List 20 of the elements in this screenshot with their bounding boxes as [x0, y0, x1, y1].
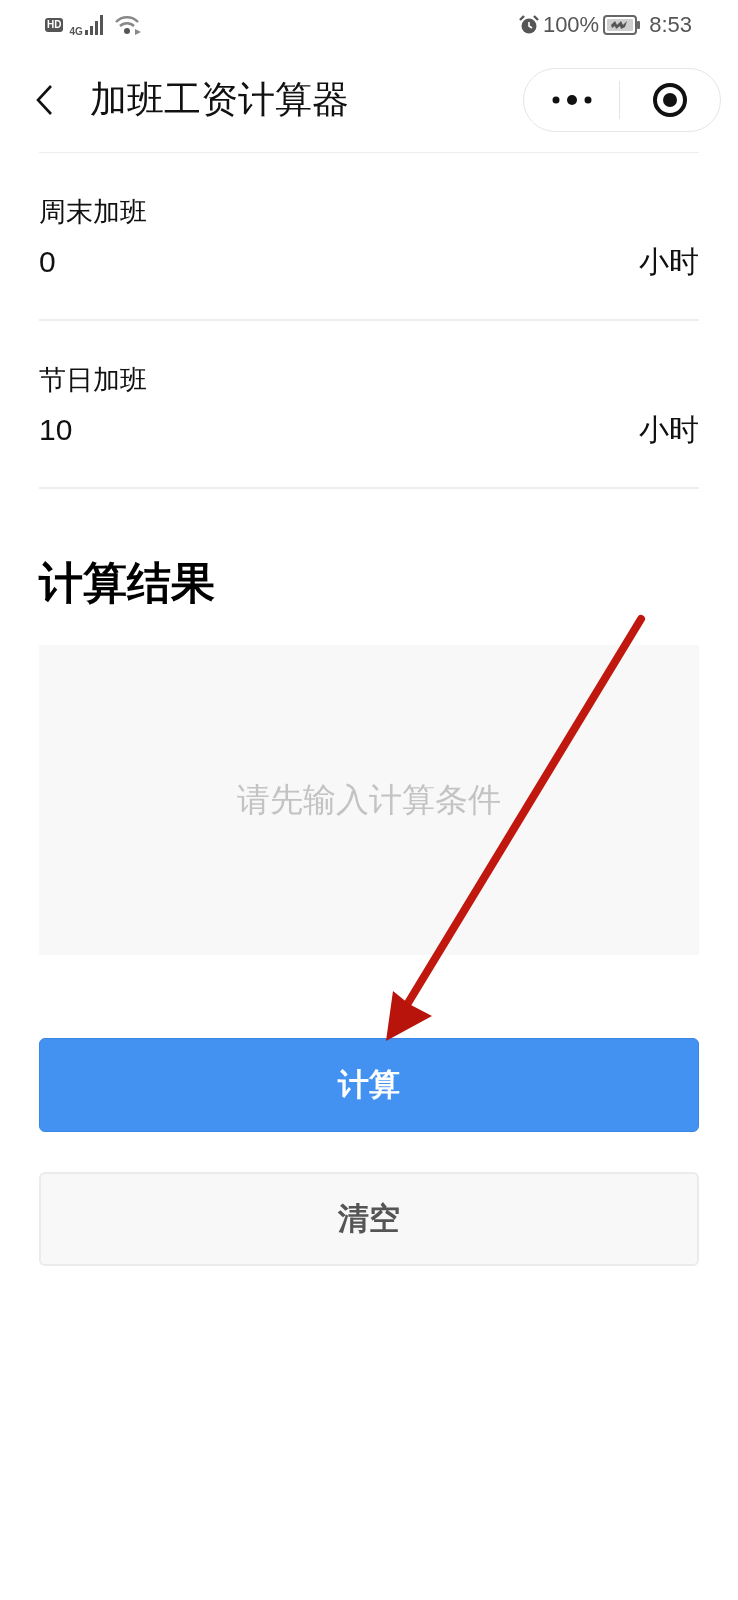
back-chevron-icon: [35, 84, 53, 116]
field-label: 节日加班: [39, 364, 148, 397]
field-label: 周末加班: [39, 196, 148, 229]
more-dots-icon: [551, 94, 592, 106]
wifi-icon: [114, 15, 141, 35]
hd-badge: HD: [45, 18, 64, 32]
charging-battery-icon: [603, 15, 642, 35]
unit-label: 小时: [639, 244, 699, 280]
network-label: 4G: [69, 27, 83, 37]
hours-input[interactable]: 0: [39, 243, 639, 281]
clear-button[interactable]: 清空: [39, 1172, 699, 1266]
target-circle-icon: [652, 82, 688, 118]
unit-label: 小时: [639, 412, 699, 448]
hours-input[interactable]: 10: [39, 411, 639, 449]
battery-percentage: 100%: [542, 13, 600, 37]
clock-time: 8:53: [649, 13, 692, 37]
signal-icon: [84, 15, 105, 35]
result-heading: 计算结果: [39, 557, 216, 609]
page-title: 加班工资计算器: [90, 78, 349, 122]
alarm-clock-icon: [518, 15, 539, 35]
